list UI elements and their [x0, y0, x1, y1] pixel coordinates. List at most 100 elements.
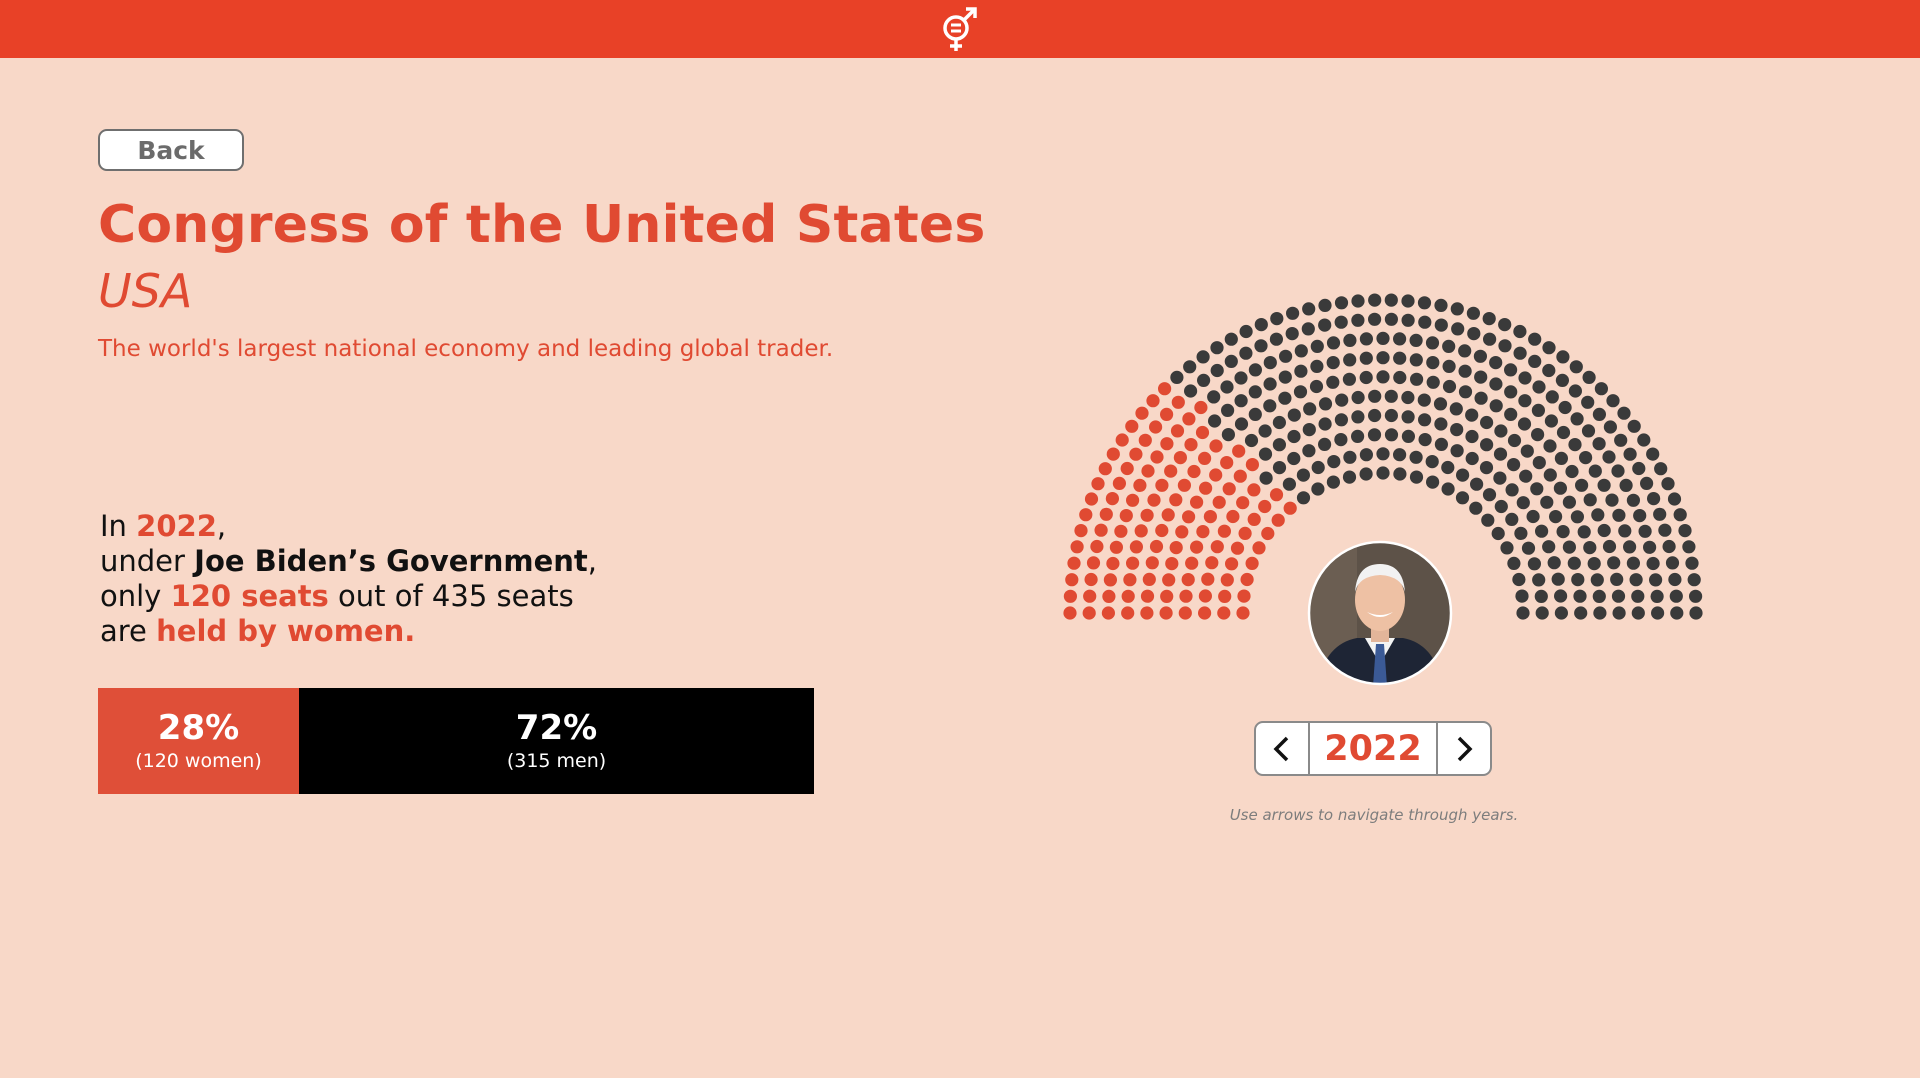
- seat-men: [1393, 370, 1407, 385]
- seat-men: [1384, 312, 1398, 326]
- seat-men: [1650, 589, 1664, 603]
- seat-men: [1520, 444, 1534, 458]
- seat-women: [1115, 433, 1129, 447]
- seat-men: [1562, 495, 1576, 509]
- seat-men: [1594, 382, 1608, 396]
- seat-men: [1272, 415, 1286, 430]
- seat-men: [1434, 298, 1448, 312]
- seat-men: [1682, 540, 1696, 554]
- previous-year-button[interactable]: [1256, 723, 1310, 774]
- seat-men: [1626, 556, 1640, 570]
- seat-women: [1238, 526, 1252, 540]
- seat-women: [1145, 556, 1159, 570]
- statement-line-4: are held by women.: [100, 614, 597, 649]
- seat-men: [1597, 478, 1611, 492]
- seat-men: [1384, 428, 1399, 442]
- seat-women: [1082, 606, 1096, 620]
- seat-men: [1662, 539, 1676, 554]
- statement-line-2: under Joe Biden’s Government,: [100, 544, 597, 579]
- seat-men: [1532, 456, 1546, 470]
- seat-women: [1070, 540, 1084, 554]
- seat-men: [1489, 399, 1503, 413]
- country-label: USA: [98, 264, 193, 318]
- seat-women: [1147, 493, 1161, 507]
- seat-men: [1351, 390, 1365, 405]
- men-share-segment: 72% (315 men): [299, 688, 814, 794]
- seat-men: [1442, 359, 1456, 373]
- seat-men: [1401, 410, 1415, 424]
- seat-men: [1532, 380, 1546, 394]
- seat-men: [1294, 344, 1308, 358]
- seat-men: [1678, 524, 1692, 538]
- seat-men: [1469, 501, 1483, 515]
- seat-women: [1195, 425, 1210, 440]
- seat-men: [1258, 424, 1272, 438]
- seat-women: [1236, 496, 1250, 510]
- seat-women: [1134, 524, 1148, 538]
- seat-men: [1287, 408, 1301, 422]
- seat-women: [1209, 439, 1223, 453]
- seat-men: [1376, 370, 1390, 384]
- seat-women: [1121, 606, 1135, 620]
- seat-men: [1334, 433, 1348, 447]
- seat-men: [1519, 469, 1533, 483]
- seat-men: [1465, 408, 1479, 422]
- next-year-button[interactable]: [1436, 723, 1490, 774]
- seat-women: [1178, 606, 1192, 620]
- seat-men: [1384, 389, 1398, 403]
- seat-men: [1301, 322, 1315, 336]
- seat-men: [1603, 420, 1617, 434]
- seat-women: [1142, 572, 1156, 586]
- men-count: (315 men): [506, 750, 607, 772]
- seat-women: [1161, 508, 1175, 522]
- women-share-segment: 28% (120 women): [98, 688, 299, 794]
- seat-women: [1217, 524, 1231, 538]
- seat-men: [1573, 589, 1587, 603]
- seat-women: [1175, 525, 1189, 539]
- chevron-right-icon: [1457, 736, 1473, 761]
- seat-women: [1269, 488, 1284, 502]
- seat-men: [1507, 433, 1522, 448]
- seat-women: [1220, 456, 1234, 470]
- seat-men: [1581, 395, 1595, 409]
- seat-men: [1342, 470, 1357, 484]
- seat-men: [1384, 408, 1398, 423]
- seat-men: [1334, 315, 1348, 329]
- seat-men: [1582, 370, 1596, 384]
- seat-men: [1611, 589, 1626, 603]
- seat-women: [1170, 424, 1185, 438]
- seat-men: [1513, 346, 1527, 360]
- seat-men: [1263, 377, 1277, 391]
- statement-text: ,: [587, 544, 597, 578]
- seat-men: [1480, 438, 1494, 452]
- seat-women: [1252, 541, 1266, 555]
- seat-men: [1638, 524, 1652, 538]
- seat-men: [1368, 389, 1382, 403]
- seat-women: [1084, 492, 1099, 506]
- seat-women: [1225, 557, 1239, 571]
- seat-women: [1209, 468, 1223, 482]
- seat-women: [1141, 464, 1155, 478]
- seat-women: [1173, 451, 1187, 465]
- seat-men: [1518, 394, 1532, 408]
- seat-men: [1449, 402, 1463, 416]
- seat-men: [1351, 410, 1365, 424]
- seat-men: [1272, 438, 1286, 452]
- seat-men: [1507, 458, 1521, 472]
- seat-men: [1518, 371, 1532, 385]
- statement-line-1: In 2022,: [100, 509, 597, 544]
- seat-women: [1106, 556, 1120, 571]
- seat-men: [1418, 433, 1432, 447]
- back-button[interactable]: Back: [98, 129, 244, 171]
- seat-women: [1182, 412, 1196, 426]
- seat-men: [1583, 541, 1597, 555]
- seat-women: [1212, 495, 1226, 509]
- seat-men: [1326, 336, 1341, 350]
- seat-men: [1479, 461, 1494, 475]
- seat-men: [1689, 606, 1703, 620]
- seat-men: [1643, 540, 1657, 554]
- seat-women: [1160, 589, 1174, 603]
- seat-men: [1418, 413, 1432, 427]
- seat-men: [1651, 606, 1665, 620]
- seat-men: [1593, 606, 1607, 620]
